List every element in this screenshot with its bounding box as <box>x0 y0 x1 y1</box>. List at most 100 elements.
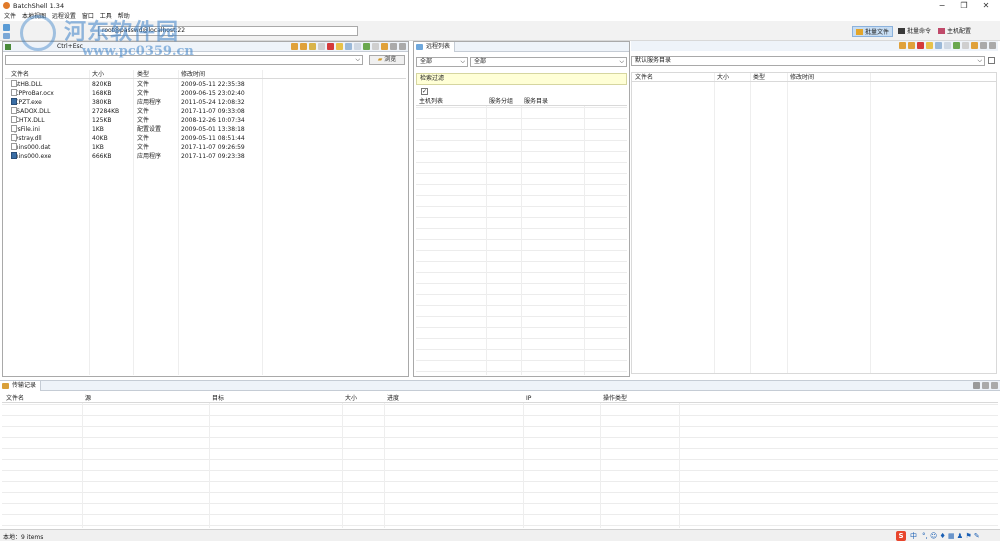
file-name: LCPZT.exe <box>11 98 42 106</box>
new-folder-icon[interactable] <box>309 43 316 50</box>
restore-button[interactable]: ❐ <box>954 1 974 11</box>
minimize-view-icon[interactable] <box>980 42 987 49</box>
perspective-batch-commands[interactable]: 批量命令 <box>895 26 934 37</box>
col-size[interactable]: 大小 <box>345 394 357 403</box>
host-select[interactable]: 全部 ⌵ <box>470 57 627 67</box>
minimize-view-icon[interactable] <box>390 43 397 50</box>
menu-tools[interactable]: 工具 <box>100 12 112 21</box>
col-operation[interactable]: 操作类型 <box>603 394 627 403</box>
ime-mode[interactable]: 中 <box>910 531 917 541</box>
back-icon[interactable] <box>899 42 906 49</box>
list-icon[interactable] <box>944 42 951 49</box>
tab-remote-list[interactable]: 远程列表 <box>414 42 456 52</box>
col-mtime[interactable]: 修改时间 <box>790 73 814 82</box>
file-type: 文件 <box>137 117 150 124</box>
tab-transfer-log[interactable]: 传输记录 <box>0 381 42 391</box>
back-icon[interactable] <box>291 43 298 50</box>
col-size[interactable]: 大小 <box>717 73 729 82</box>
chevron-down-icon: ⌵ <box>977 57 982 64</box>
col-mtime[interactable]: 修改时间 <box>181 70 205 79</box>
remote-checkbox[interactable] <box>988 57 995 64</box>
col-size[interactable]: 大小 <box>92 70 104 79</box>
tray-icons: °, ☺ ♦ ▦ ♟ ⚑ ✎ <box>922 532 980 540</box>
table-row[interactable]: KstHB.DLL 820KB 文件 2009-05-11 22:35:38 <box>5 80 406 89</box>
perspective-batch-files[interactable]: 批量文件 <box>852 26 894 37</box>
col-service-dir[interactable]: 服务目录 <box>524 97 548 106</box>
col-type[interactable]: 类型 <box>753 73 765 82</box>
grid-icon[interactable] <box>953 42 960 49</box>
col-progress[interactable]: 进度 <box>387 394 399 403</box>
filter-input[interactable]: 检索过滤 <box>416 73 627 85</box>
table-row[interactable]: RCHTX.DLL 125KB 文件 2008-12-26 10:07:34 <box>5 116 406 125</box>
col-ip[interactable]: IP <box>526 394 531 403</box>
maximize-view-icon[interactable] <box>989 42 996 49</box>
delete-icon[interactable] <box>327 43 334 50</box>
open-folder-icon[interactable] <box>926 42 933 49</box>
home-icon[interactable] <box>300 43 307 50</box>
file-size: 40KB <box>92 135 108 142</box>
browse-button[interactable]: ▰ 浏览 <box>369 55 405 65</box>
settings-icon[interactable] <box>971 42 978 49</box>
clear-icon[interactable] <box>973 382 980 389</box>
file-type: 文件 <box>137 90 150 97</box>
list-icon[interactable] <box>354 43 361 50</box>
maximize-view-icon[interactable] <box>399 43 406 50</box>
menu-local-view[interactable]: 本地视图 <box>22 12 46 21</box>
table-row[interactable]: LCPProBar.ocx 168KB 文件 2009-06-15 23:02:40 <box>5 89 406 98</box>
col-type[interactable]: 类型 <box>137 70 149 79</box>
menu-window[interactable]: 窗口 <box>82 12 94 21</box>
open-folder-icon[interactable] <box>336 43 343 50</box>
local-path-combo[interactable]: ⌵ <box>5 55 363 65</box>
perspective-host-config[interactable]: 主机配置 <box>935 26 974 37</box>
file-size: 1KB <box>92 144 104 151</box>
new-file-icon[interactable] <box>318 43 325 50</box>
settings-icon[interactable] <box>381 43 388 50</box>
delete-icon[interactable] <box>917 42 924 49</box>
file-size: 27284KB <box>92 108 120 115</box>
ime-sogou-icon[interactable]: S <box>896 531 906 541</box>
table-row[interactable]: Systray.dll 40KB 文件 2009-05-11 08:51:44 <box>5 134 406 143</box>
table-row[interactable]: unins000.dat 1KB 文件 2017-11-07 09:26:59 <box>5 143 406 152</box>
remote-dir-select[interactable]: 默认服务目录 ⌵ <box>631 56 985 66</box>
transfer-panel: 传输记录 文件名 源 目标 大小 进度 IP 操作类型 <box>0 380 1000 529</box>
file-icon <box>11 80 17 87</box>
minimize-view-icon[interactable] <box>982 382 989 389</box>
properties-icon[interactable] <box>962 42 969 49</box>
table-row[interactable]: unins000.exe 666KB 应用程序 2017-11-07 09:23:38 <box>5 152 406 161</box>
col-source[interactable]: 源 <box>85 394 91 403</box>
maximize-view-icon[interactable] <box>991 382 998 389</box>
table-row[interactable]: LCPZT.exe 380KB 应用程序 2011-05-24 12:08:32 <box>5 98 406 107</box>
remote-files-toolbar-bar <box>631 41 998 51</box>
file-mtime: 2017-11-07 09:23:38 <box>181 153 245 160</box>
home-icon[interactable] <box>908 42 915 49</box>
menu-remote-settings[interactable]: 远程设置 <box>52 12 76 21</box>
minimize-button[interactable]: − <box>932 1 952 11</box>
col-service-group[interactable]: 服务分组 <box>489 97 513 106</box>
host-table-header: 主机列表 服务分组 服务目录 <box>416 97 627 106</box>
group-select[interactable]: 全部 ⌵ <box>416 57 468 67</box>
col-filename[interactable]: 文件名 <box>6 394 24 403</box>
menu-bar: 文件 本地视图 远程设置 窗口 工具 帮助 <box>0 12 1000 21</box>
col-host-list[interactable]: 主机列表 <box>419 97 443 106</box>
col-target[interactable]: 目标 <box>212 394 224 403</box>
view-icon[interactable] <box>345 43 352 50</box>
terminal-icon[interactable] <box>3 33 10 39</box>
connect-icon[interactable] <box>3 24 10 31</box>
window-title: BatchShell 1.34 <box>13 2 65 10</box>
table-row[interactable]: sysFile.ini 1KB 配置设置 2009-05-01 13:38:18 <box>5 125 406 134</box>
application-icon <box>11 152 17 159</box>
file-size: 666KB <box>92 153 112 160</box>
address-field[interactable]: root@passwd@localhost:22 <box>98 26 358 36</box>
col-name[interactable]: 文件名 <box>11 70 29 79</box>
select-all-checkbox[interactable]: ✓ <box>421 88 428 95</box>
menu-file[interactable]: 文件 <box>4 12 16 21</box>
menu-help[interactable]: 帮助 <box>118 12 130 21</box>
table-row[interactable]: MSADOX.DLL 27284KB 文件 2017-11-07 09:33:08 <box>5 107 406 116</box>
file-name: RCHTX.DLL <box>11 116 45 124</box>
file-name: unins000.dat <box>11 143 51 151</box>
properties-icon[interactable] <box>372 43 379 50</box>
col-name[interactable]: 文件名 <box>635 73 653 82</box>
view-icon[interactable] <box>935 42 942 49</box>
close-button[interactable]: ✕ <box>976 1 996 11</box>
grid-icon[interactable] <box>363 43 370 50</box>
